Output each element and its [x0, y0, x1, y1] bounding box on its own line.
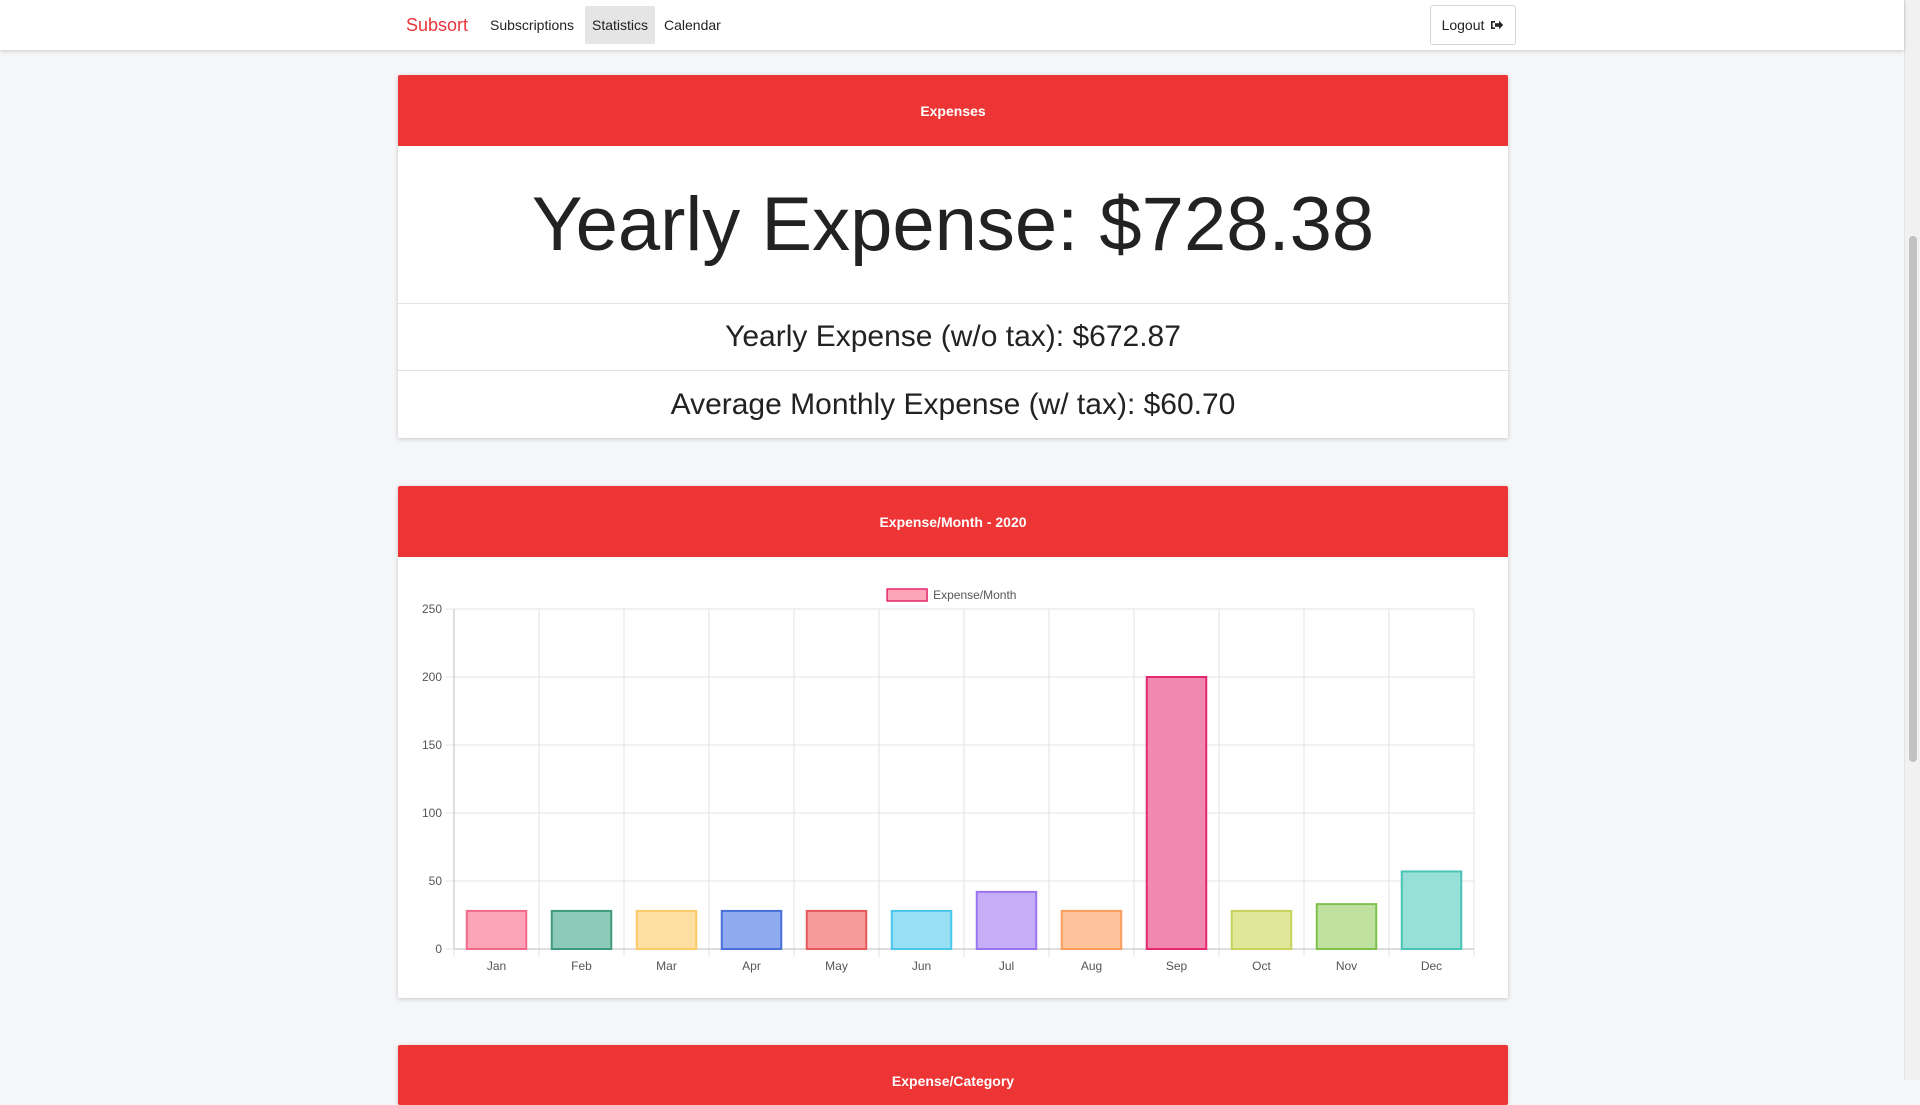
bar-jan [465, 909, 528, 951]
x-tick-label: Nov [1336, 959, 1357, 973]
expenses-card: Expenses Yearly Expense: $728.38 Yearly … [398, 75, 1508, 438]
x-tick-label: Apr [742, 959, 761, 973]
x-tick-label: Mar [656, 959, 677, 973]
x-tick-label: Aug [1081, 959, 1102, 973]
bar-may [805, 909, 868, 951]
top-navbar: Subsort Subscriptions Statistics Calenda… [0, 0, 1904, 50]
expenses-card-header: Expenses [398, 75, 1508, 146]
y-tick-label: 0 [435, 942, 442, 956]
expense-month-card: Expense/Month - 2020 0 50 100 150 200 250 Jan F… [398, 486, 1508, 998]
nav-item-calendar[interactable]: Calendar [657, 6, 728, 44]
yearly-expense-no-tax: Yearly Expense (w/o tax): $672.87 [398, 304, 1508, 371]
y-tick-label: 250 [422, 602, 442, 616]
x-tick-label: Oct [1252, 959, 1271, 973]
expense-category-card-header: Expense/Category [398, 1045, 1508, 1105]
page-scrollbar[interactable] [1904, 0, 1920, 1080]
legend-label: Expense/Month [933, 588, 1016, 602]
bar-nov [1315, 903, 1378, 950]
bar-apr [720, 909, 783, 951]
nav-item-subscriptions[interactable]: Subscriptions [483, 6, 581, 44]
expense-month-card-header: Expense/Month - 2020 [398, 486, 1508, 557]
logout-button[interactable]: Logout [1430, 5, 1516, 45]
y-tick-label: 100 [422, 806, 442, 820]
brand-logo[interactable]: Subsort [406, 0, 468, 50]
legend-swatch [886, 588, 928, 602]
bar-mar [635, 909, 698, 951]
x-tick-label: May [825, 959, 848, 973]
expense-month-bar-chart: 0 50 100 150 200 250 Jan Feb Mar Apr May Jun Jul Aug S… [422, 588, 1475, 973]
y-tick-label: 50 [429, 874, 443, 888]
x-tick-label: Jun [912, 959, 931, 973]
x-tick-label: Jan [487, 959, 506, 973]
bar-aug [1060, 909, 1123, 951]
x-tick-label: Jul [999, 959, 1014, 973]
logout-label: Logout [1441, 17, 1485, 33]
x-tick-label: Feb [571, 959, 592, 973]
x-tick-label: Dec [1421, 959, 1442, 973]
y-tick-label: 150 [422, 738, 442, 752]
expense-month-chart-area: 0 50 100 150 200 250 Jan Feb Mar Apr May Jun Jul Aug S… [398, 557, 1508, 998]
nav-item-statistics[interactable]: Statistics [585, 6, 656, 44]
sign-out-icon [1490, 18, 1504, 32]
x-tick-label: Sep [1166, 959, 1188, 973]
bar-jun [890, 909, 953, 951]
bar-oct [1230, 909, 1293, 951]
yearly-expense-value: Yearly Expense: $728.38 [398, 146, 1508, 304]
scrollbar-thumb[interactable] [1909, 236, 1917, 762]
y-tick-label: 200 [422, 670, 442, 684]
bar-jul [975, 890, 1038, 951]
expense-category-card: Expense/Category [398, 1045, 1508, 1105]
bar-dec [1400, 870, 1463, 951]
bar-sep [1145, 676, 1208, 950]
average-monthly-expense: Average Monthly Expense (w/ tax): $60.70 [670, 387, 1236, 421]
bar-feb [550, 909, 613, 951]
